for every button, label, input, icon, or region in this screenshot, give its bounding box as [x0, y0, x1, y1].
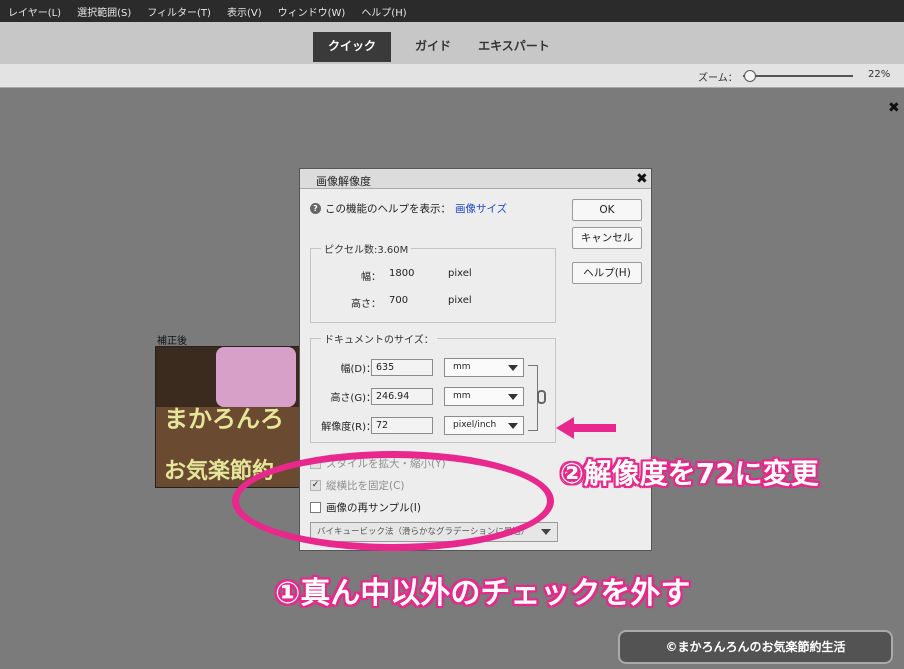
help-link[interactable]: 画像サイズ: [455, 201, 507, 216]
zoom-slider-track[interactable]: [743, 75, 853, 77]
zoom-bar: ズーム： 22%: [0, 64, 904, 88]
mode-bar: クイック ガイド エキスパート: [0, 22, 904, 64]
doc-height-unit-select[interactable]: mm: [444, 387, 524, 406]
left-arrow-icon: [556, 417, 616, 439]
menu-filter[interactable]: フィルター(T): [139, 4, 219, 19]
menu-select[interactable]: 選択範囲(S): [69, 4, 139, 19]
annotation-step1: ①真ん中以外のチェックを外す: [275, 576, 691, 611]
doc-height-unit: mm: [453, 391, 471, 401]
dialog-titlebar: 画像解像度 ✖: [300, 169, 651, 189]
menu-help[interactable]: ヘルプ(H): [353, 4, 414, 19]
tab-guided[interactable]: ガイド: [400, 32, 466, 62]
doc-group-title: ドキュメントのサイズ：: [321, 331, 437, 346]
preview-text-1: まかろんろ: [164, 405, 284, 433]
cake-shape: [216, 347, 296, 407]
pixel-dimensions-group: ピクセル数:3.60M 幅： 1800 pixel 高さ： 700 pixel: [310, 241, 556, 323]
pixel-height-label: 高さ：: [351, 299, 381, 310]
resolution-unit: pixel/inch: [453, 420, 497, 430]
annotation-step2: ②解像度を72に変更: [560, 457, 819, 490]
resolution-unit-select[interactable]: pixel/inch: [444, 416, 524, 435]
help-prefix: この機能のヘルプを表示：: [325, 203, 451, 215]
credit-badge: ©まかろんろんのお気楽節約生活: [618, 630, 893, 664]
ok-button[interactable]: OK: [572, 199, 642, 221]
highlight-circle: [232, 451, 554, 551]
chain-link-icon: [537, 390, 546, 404]
zoom-slider-thumb[interactable]: [744, 70, 756, 82]
resolution-field[interactable]: 72: [371, 417, 433, 434]
pixel-height-value: 700: [389, 295, 409, 306]
menu-window[interactable]: ウィンドウ(W): [270, 4, 354, 19]
resolution-label: 解像度(R)：: [321, 422, 376, 433]
chevron-down-icon: [508, 365, 518, 371]
help-button[interactable]: ヘルプ(H): [572, 262, 642, 284]
tab-expert[interactable]: エキスパート: [470, 32, 558, 62]
doc-width-unit: mm: [453, 362, 471, 372]
preview-label: 補正後: [157, 336, 187, 347]
pixel-width-value: 1800: [389, 268, 415, 279]
pixel-group-title: ピクセル数:3.60M: [321, 241, 412, 256]
tab-quick[interactable]: クイック: [313, 32, 391, 62]
dialog-close-icon[interactable]: ✖: [636, 171, 648, 187]
chevron-down-icon: [508, 394, 518, 400]
pixel-height-unit: pixel: [448, 295, 472, 306]
pixel-width-label: 幅：: [361, 272, 381, 283]
doc-width-label: 幅(D)：: [340, 364, 376, 375]
doc-width-unit-select[interactable]: mm: [444, 358, 524, 377]
chevron-down-icon: [541, 529, 551, 535]
help-row: ? この機能のヘルプを表示： 画像サイズ: [310, 201, 507, 216]
menu-bar: レイヤー(L) 選択範囲(S) フィルター(T) 表示(V) ウィンドウ(W) …: [0, 0, 904, 22]
doc-width-field[interactable]: 635: [371, 359, 433, 376]
help-icon: ?: [310, 203, 321, 214]
menu-layer[interactable]: レイヤー(L): [0, 4, 69, 19]
pixel-width-unit: pixel: [448, 268, 472, 279]
doc-height-label: 高さ(G)：: [330, 393, 376, 404]
dialog-title: 画像解像度: [316, 175, 371, 188]
chevron-down-icon: [508, 423, 518, 429]
zoom-label: ズーム：: [698, 73, 738, 84]
close-icon[interactable]: ✖: [888, 100, 900, 116]
zoom-value: 22%: [868, 69, 891, 80]
cancel-button[interactable]: キャンセル: [572, 227, 642, 249]
doc-height-field[interactable]: 246.94: [371, 388, 433, 405]
menu-view[interactable]: 表示(V): [219, 4, 270, 19]
